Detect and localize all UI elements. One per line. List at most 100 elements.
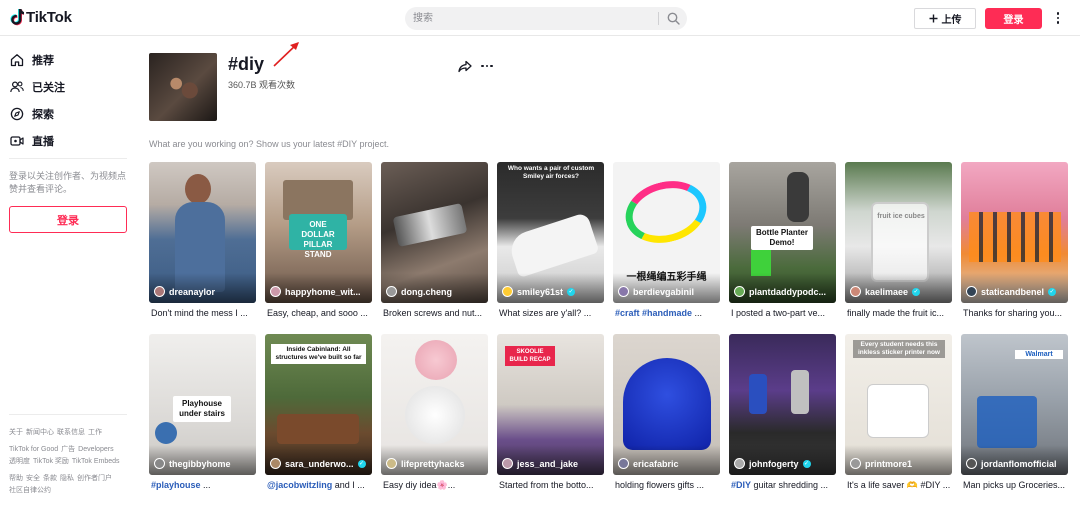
tiktok-logo[interactable]: TikTok <box>10 9 72 26</box>
avatar <box>386 458 397 469</box>
video-author: smiley61st ✓ <box>502 286 576 297</box>
footer-link[interactable]: 创作者门户 <box>77 475 112 482</box>
following-icon <box>10 81 24 93</box>
caption-text: ... <box>200 480 211 490</box>
verified-icon: ✓ <box>357 459 366 468</box>
author-name[interactable]: smiley61st <box>517 287 563 297</box>
author-name[interactable]: happyhome_wit... <box>285 287 361 297</box>
author-name[interactable]: staticandbenel <box>981 287 1044 297</box>
video-thumbnail[interactable]: staticandbenel ✓ <box>961 162 1068 303</box>
upload-button[interactable]: 上传 <box>914 8 976 29</box>
caption-tag: #playhouse <box>151 480 201 490</box>
footer-link[interactable]: TikTok 奖励 <box>33 458 69 465</box>
avatar <box>850 286 861 297</box>
footer-link[interactable]: 新闻中心 <box>26 429 54 436</box>
video-author: printmore1 <box>850 458 912 469</box>
footer-link[interactable]: 帮助 <box>9 475 23 482</box>
avatar <box>154 286 165 297</box>
video-caption[interactable]: What sizes are y'all? ... <box>499 308 606 318</box>
video-thumbnail[interactable]: Playhouse under stairs thegibbyhome <box>149 334 256 475</box>
video-caption[interactable]: Man picks up Groceries... <box>963 480 1070 490</box>
video-caption[interactable]: #craft #handmade ... <box>615 308 722 318</box>
sidebar: 推荐 已关注 探索 直播 登录以关注创作者、为视频点赞并查看评论。 登录 关于新… <box>0 37 136 506</box>
author-name[interactable]: plantdaddypodc... <box>749 287 826 297</box>
video-thumbnail[interactable]: dong.cheng <box>381 162 488 303</box>
footer-link[interactable]: 关于 <box>9 429 23 436</box>
avatar <box>154 458 165 469</box>
video-thumbnail[interactable]: Every student needs this inkless sticker… <box>845 334 952 475</box>
video-caption[interactable]: Thanks for sharing you... <box>963 308 1070 318</box>
footer-link[interactable]: 工作 <box>88 429 102 436</box>
sidebar-item-explore[interactable]: 探索 <box>10 105 54 123</box>
search-button[interactable] <box>663 10 683 27</box>
video-thumbnail[interactable]: Bottle Planter Demo! plantdaddypodc... <box>729 162 836 303</box>
video-thumbnail[interactable]: ericafabric <box>613 334 720 475</box>
author-name[interactable]: printmore1 <box>865 459 912 469</box>
verified-icon: ✓ <box>912 287 921 296</box>
plus-icon <box>929 14 937 23</box>
video-caption[interactable]: #playhouse ... <box>151 480 258 490</box>
video-author: staticandbenel ✓ <box>966 286 1057 297</box>
author-name[interactable]: jordanflomofficial <box>981 459 1057 469</box>
footer-link[interactable]: TikTok Embeds <box>72 458 120 465</box>
video-caption[interactable]: It's a life saver 🫶 #DIY ... <box>847 480 954 491</box>
footer-link[interactable]: 广告 <box>61 446 75 453</box>
author-name[interactable]: kaelimaee <box>865 287 908 297</box>
footer-link[interactable]: 联系信息 <box>57 429 85 436</box>
author-name[interactable]: lifeprettyhacks <box>401 459 465 469</box>
caption-text: finally made the fruit ic... <box>847 308 945 318</box>
video-caption[interactable]: Don't mind the mess I ... <box>151 308 258 318</box>
login-button-header[interactable]: 登录 <box>985 8 1042 29</box>
sidebar-item-live[interactable]: 直播 <box>10 132 54 150</box>
avatar <box>618 286 629 297</box>
author-name[interactable]: berdievgabinil <box>633 287 694 297</box>
author-name[interactable]: dreanaylor <box>169 287 215 297</box>
video-thumbnail[interactable]: ONE DOLLAR PILLAR STAND happyhome_wit... <box>265 162 372 303</box>
share-icon[interactable] <box>458 60 472 73</box>
author-name[interactable]: ericafabric <box>633 459 679 469</box>
footer-links: 关于 新闻中心 联系信息 工作 TikTok for Good 广告 Developers… <box>9 427 131 497</box>
author-name[interactable]: johnfogerty <box>749 459 799 469</box>
more-options-icon[interactable] <box>1052 10 1064 26</box>
footer-link[interactable]: 透明度 <box>9 458 30 465</box>
video-thumbnail[interactable]: johnfogerty ✓ <box>729 334 836 475</box>
author-name[interactable]: jess_and_jake <box>517 459 578 469</box>
footer-link[interactable]: 安全 <box>26 475 40 482</box>
login-button-sidebar[interactable]: 登录 <box>9 206 127 233</box>
video-thumbnail[interactable]: fruit ice cubes kaelimaee ✓ <box>845 162 952 303</box>
author-name[interactable]: dong.cheng <box>401 287 452 297</box>
video-caption[interactable]: holding flowers gifts ... <box>615 480 722 490</box>
video-overlay-text: fruit ice cubes <box>877 213 925 220</box>
video-thumbnail[interactable]: 一根绳编五彩手绳 berdievgabinil <box>613 162 720 303</box>
footer-link[interactable]: TikTok for Good <box>9 446 58 453</box>
search-input[interactable] <box>413 10 653 27</box>
sidebar-item-following[interactable]: 已关注 <box>10 78 65 96</box>
video-author: berdievgabinil <box>618 286 694 297</box>
home-icon <box>10 54 24 67</box>
avatar <box>502 286 513 297</box>
video-caption[interactable]: I posted a two-part ve... <box>731 308 838 318</box>
video-thumbnail[interactable]: dreanaylor <box>149 162 256 303</box>
author-name[interactable]: thegibbyhome <box>169 459 231 469</box>
more-actions-icon[interactable] <box>481 63 495 69</box>
caption-text: ... <box>692 308 703 318</box>
video-caption[interactable]: @jacobwitzling and I ... <box>267 480 374 490</box>
footer-link[interactable]: 隐私 <box>60 475 74 482</box>
footer-link[interactable]: Developers <box>78 446 113 453</box>
video-thumbnail[interactable]: Walmart jordanflomofficial <box>961 334 1068 475</box>
video-thumbnail[interactable]: Who wants a pair of custom Smiley air fo… <box>497 162 604 303</box>
footer-link[interactable]: 条款 <box>43 475 57 482</box>
sidebar-item-label: 探索 <box>32 109 54 121</box>
video-caption[interactable]: Easy diy idea🌸... <box>383 480 490 491</box>
video-thumbnail[interactable]: SKOOLIE BUILD RECAP jess_and_jake <box>497 334 604 475</box>
video-thumbnail[interactable]: Inside Cabinland: All structures we've b… <box>265 334 372 475</box>
footer-link[interactable]: 社区自律公约 <box>9 487 51 494</box>
video-caption[interactable]: Broken screws and nut... <box>383 308 490 318</box>
video-caption[interactable]: #DIY guitar shredding ... <box>731 480 838 490</box>
author-name[interactable]: sara_underwo... <box>285 459 354 469</box>
video-caption[interactable]: Started from the botto... <box>499 480 606 490</box>
video-caption[interactable]: Easy, cheap, and sooo ... <box>267 308 374 318</box>
video-caption[interactable]: finally made the fruit ic... <box>847 308 954 318</box>
video-thumbnail[interactable]: lifeprettyhacks <box>381 334 488 475</box>
sidebar-item-foryou[interactable]: 推荐 <box>10 51 54 69</box>
